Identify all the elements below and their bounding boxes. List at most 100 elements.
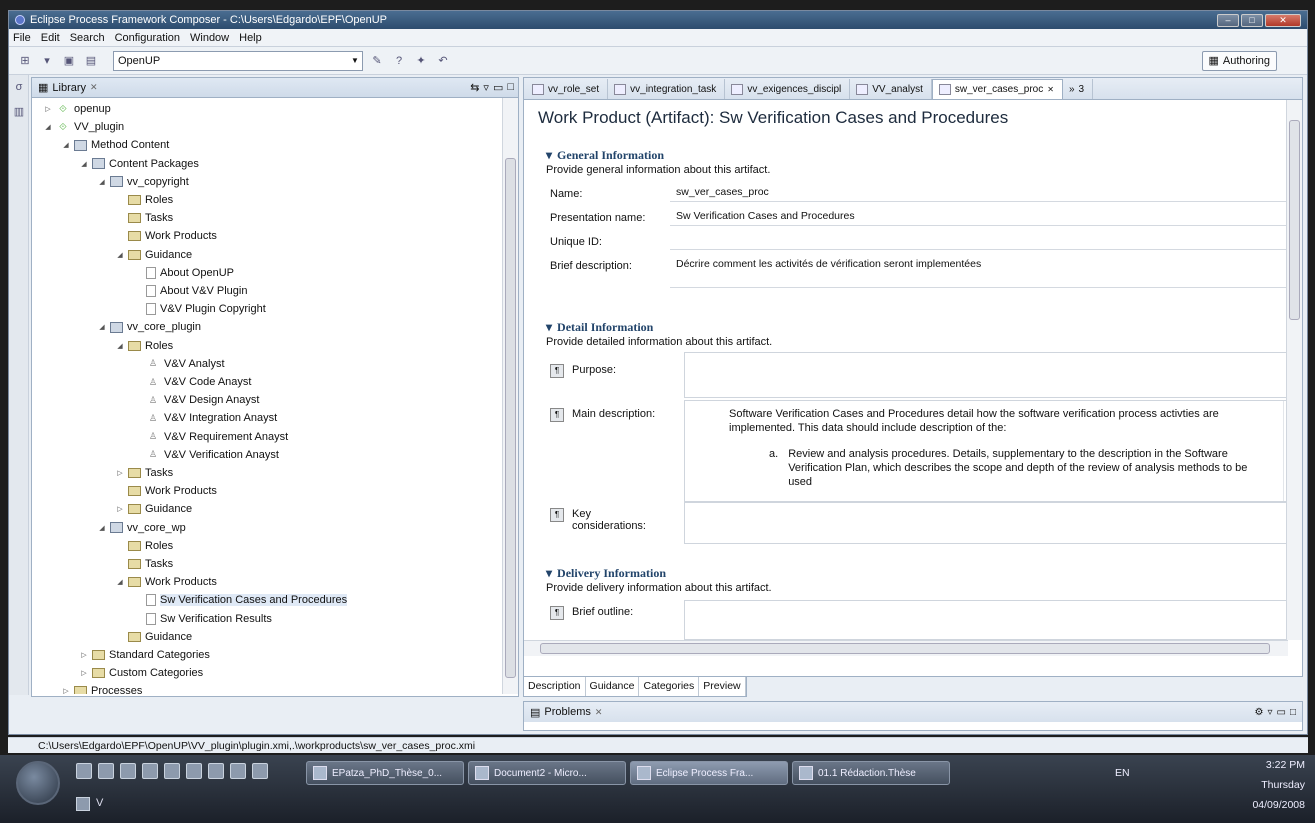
view-menu-icon[interactable]: ▿ [483,81,489,94]
tree-node[interactable]: Tasks [116,209,173,227]
view-menu-icon[interactable]: ▿ [1267,707,1272,718]
taskbar-button-document2[interactable]: Document2 - Micro... [468,761,626,785]
view-icon[interactable]: ▥ [11,103,27,119]
brief-outline-editor[interactable] [684,600,1298,640]
link-editor-icon[interactable]: ⇆ [470,81,479,94]
wizard-icon[interactable]: ✦ [413,53,429,69]
rich-text-icon[interactable]: ¶ [550,364,564,378]
tab-sw-ver-cases-proc[interactable]: sw_ver_cases_proc ✕ [931,79,1063,99]
tree-node[interactable]: Roles [116,191,173,209]
tree-node[interactable]: ♙ V&V Verification Anayst [134,446,279,464]
brief-description-field[interactable]: Décrire comment les activités de vérific… [670,254,1298,288]
tree-node[interactable]: ◢ Roles [116,337,173,355]
key-considerations-editor[interactable] [684,502,1298,544]
tree-scroll-thumb[interactable] [505,158,516,678]
delivery-section-heading[interactable]: ▾ Delivery Information [546,566,666,581]
tree-scrollbar[interactable] [502,98,518,694]
form-horizontal-scrollbar[interactable] [524,640,1288,656]
tab-overflow[interactable]: » 3 [1063,79,1094,99]
minimize-button[interactable]: – [1217,13,1239,27]
rich-text-icon[interactable]: ¶ [550,508,564,522]
expand-icon[interactable]: ◢ [98,323,106,331]
tree-node[interactable]: Roles [116,537,173,555]
perspective-switcher[interactable]: ▦ Authoring [1201,50,1277,71]
purpose-editor[interactable] [684,352,1298,398]
tree-node[interactable]: V&V Plugin Copyright [134,300,266,318]
tree-node[interactable]: ◢ vv_core_plugin [98,318,201,336]
problems-title[interactable]: Problems [544,706,590,718]
expand-icon[interactable]: ◢ [80,160,88,168]
tree-node[interactable]: Work Products [116,227,217,245]
taskbar-button-word-thesis[interactable]: EPatza_PhD_Thèse_0... [306,761,464,785]
tree-node[interactable]: Work Products [116,482,217,500]
tab-description[interactable]: Description [524,677,586,696]
menu-window[interactable]: Window [190,32,229,44]
tree-node[interactable]: ▷ Guidance [116,500,192,518]
close-button[interactable]: ✕ [1265,13,1301,27]
menu-search[interactable]: Search [70,32,105,44]
presentation-name-field[interactable]: Sw Verification Cases and Procedures [670,206,1298,226]
close-view-icon[interactable]: ✕ [595,707,603,718]
tree-node[interactable]: About V&V Plugin [134,282,247,300]
app-icon[interactable] [252,763,268,779]
start-button[interactable] [16,761,60,805]
tree-node[interactable]: ▷ Processes [62,682,142,694]
close-tab-icon[interactable]: ✕ [1047,85,1054,94]
rich-text-icon[interactable]: ¶ [550,606,564,620]
minimize-view-icon[interactable]: ▭ [493,81,503,94]
clock-time[interactable]: 3:22 PM [1266,759,1305,771]
expand-icon[interactable]: ◢ [62,141,70,149]
form-vertical-scrollbar[interactable] [1286,100,1302,640]
tree-node[interactable]: About OpenUP [134,264,234,282]
filter-icon[interactable]: ⚙ [1255,707,1264,718]
scroll-thumb[interactable] [540,643,1270,654]
tree-node[interactable]: Sw Verification Results [134,610,272,628]
app-icon[interactable] [230,763,246,779]
help-icon[interactable]: ? [391,53,407,69]
general-section-heading[interactable]: ▾ General Information [546,148,664,163]
app-icon[interactable] [76,797,90,811]
back-icon[interactable]: ↶ [435,53,451,69]
save-all-icon[interactable]: ▤ [83,53,99,69]
menu-configuration[interactable]: Configuration [115,32,180,44]
tree-node[interactable]: ♙ V&V Design Anayst [134,391,259,409]
name-field[interactable]: sw_ver_cases_proc [670,182,1298,202]
dropdown-arrow-icon[interactable]: ▾ [39,53,55,69]
new-icon[interactable]: ⊞ [17,53,33,69]
app-icon[interactable] [186,763,202,779]
vista-icon[interactable]: V [96,797,103,811]
scroll-thumb[interactable] [1289,120,1300,320]
outlook-icon[interactable] [76,763,92,779]
tree-node[interactable]: ▷ Custom Categories [80,664,203,682]
menu-file[interactable]: File [13,32,31,44]
maximize-view-icon[interactable]: □ [1290,707,1296,718]
tree-node[interactable]: ◢ ⟐ VV_plugin [44,118,124,136]
maximize-button[interactable]: □ [1241,13,1263,27]
ie-icon[interactable] [120,763,136,779]
collapse-icon[interactable]: ▷ [62,687,70,694]
tree-node[interactable]: ▷ Standard Categories [80,646,210,664]
collapse-icon[interactable]: ▷ [80,669,88,677]
pencil-icon[interactable]: ✎ [369,53,385,69]
tab-vv-role-set[interactable]: vv_role_set [526,79,609,99]
tree-node[interactable]: ▷ Tasks [116,464,173,482]
expand-icon[interactable]: ◢ [98,524,106,532]
taskbar-button-redaction[interactable]: 01.1 Rédaction.Thèse [792,761,950,785]
tree-node[interactable]: ◢ vv_copyright [98,173,188,191]
save-icon[interactable]: ▣ [61,53,77,69]
tree-node[interactable]: ♙ V&V Code Anayst [134,373,252,391]
tree-node[interactable]: Guidance [116,628,192,646]
detail-section-heading[interactable]: ▾ Detail Information [546,320,653,335]
tab-vv-analyst[interactable]: VV_analyst [850,79,932,99]
tree-node[interactable]: ◢ vv_core_wp [98,519,185,537]
collapse-icon[interactable]: ▷ [44,105,52,113]
collapse-icon[interactable]: ▷ [116,469,124,477]
main-description-editor[interactable]: Software Verification Cases and Procedur… [684,400,1298,502]
library-tree[interactable]: ▷ ⟐ openup ◢ ⟐ VV_plugin ◢ Method Content ◢ Conte… [32,98,518,694]
tree-node[interactable]: ◢ Guidance [116,246,192,264]
tree-node[interactable]: ♙ V&V Integration Anayst [134,409,277,427]
tree-node[interactable]: ◢ Work Products [116,573,217,591]
configuration-selector[interactable]: OpenUP ▼ [113,50,363,71]
word-icon[interactable] [98,763,114,779]
collapse-icon[interactable]: ▷ [80,651,88,659]
